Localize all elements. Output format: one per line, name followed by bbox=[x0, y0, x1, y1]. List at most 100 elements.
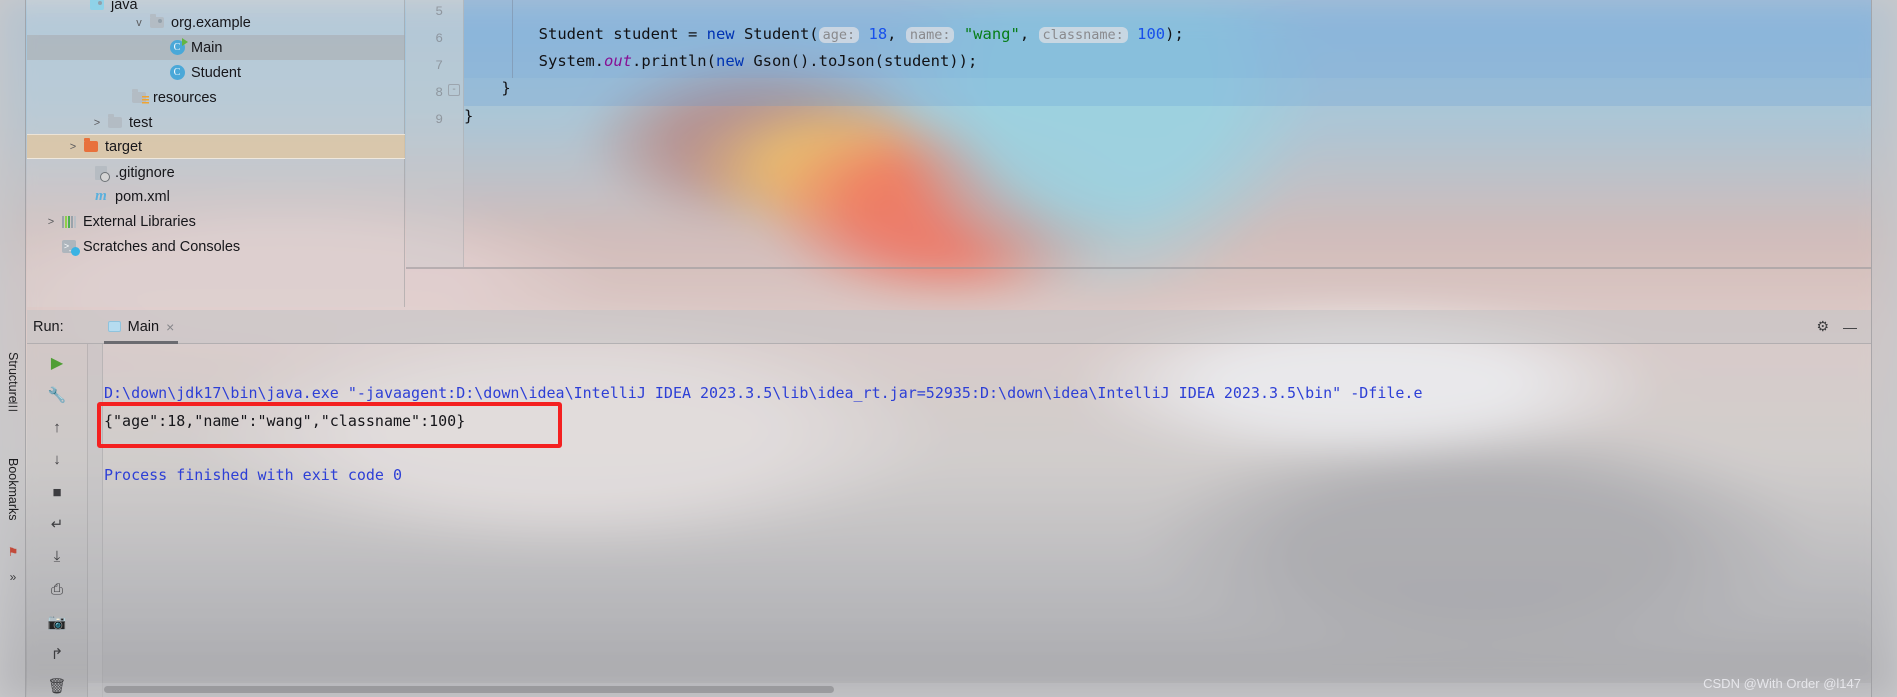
run-window-label: Run: bbox=[33, 318, 64, 335]
wrench-button[interactable]: 🔧 bbox=[45, 384, 69, 405]
code-token-string: "wang" bbox=[963, 25, 1020, 43]
right-tool-strip: AI Assistant Database Endpoints Maven bbox=[1871, 0, 1897, 697]
project-tree-panel[interactable]: java v org.example C Main C Student reso… bbox=[27, 0, 405, 307]
watermark-text: CSDN @With Order @l147 bbox=[1703, 676, 1861, 691]
rerun-button[interactable]: ▶ bbox=[45, 352, 69, 373]
console-command-line: D:\down\jdk17\bin\java.exe "-javaagent:D… bbox=[104, 384, 1423, 402]
print-button[interactable]: ⎙ bbox=[45, 579, 69, 600]
code-token: ); bbox=[1165, 25, 1184, 43]
highlight-annotation-box bbox=[97, 402, 562, 448]
code-token-number: 100 bbox=[1137, 25, 1166, 43]
tree-row-label: Main bbox=[191, 39, 223, 56]
code-token-field: out bbox=[603, 52, 632, 70]
up-stack-button[interactable]: ↑ bbox=[45, 417, 69, 438]
tree-row-main[interactable]: C Main bbox=[27, 35, 405, 60]
console-hscrollbar-track[interactable] bbox=[88, 683, 1871, 697]
folder-source-icon bbox=[87, 0, 107, 10]
tree-row-student[interactable]: C Student bbox=[27, 60, 405, 85]
java-class-runnable-icon: C bbox=[167, 38, 188, 55]
tree-row-label: pom.xml bbox=[115, 188, 170, 205]
line-number: 9 bbox=[435, 112, 443, 127]
folder-resources-icon bbox=[129, 89, 149, 105]
code-line-2[interactable]: System.out.println(new Gson().toJson(stu… bbox=[464, 52, 978, 70]
maven-pom-icon: m bbox=[95, 188, 107, 204]
console-hscrollbar-thumb[interactable] bbox=[104, 686, 834, 693]
run-header-actions: ⚙ — bbox=[1816, 318, 1871, 335]
camera-button[interactable]: 📷 bbox=[45, 611, 69, 632]
tree-row-label: target bbox=[105, 138, 143, 155]
folder-target-icon bbox=[81, 138, 101, 152]
tree-row-label: resources bbox=[153, 89, 217, 106]
scroll-to-end-button[interactable]: ⤓ bbox=[45, 546, 69, 567]
code-token: Student student = bbox=[464, 25, 707, 43]
tree-row-gitignore[interactable]: .gitignore bbox=[27, 160, 405, 185]
chevron-right-icon[interactable]: > bbox=[89, 117, 105, 129]
ide-window: Structure Bookmarks ☰ ⚑ » AI Assistant D… bbox=[0, 0, 1897, 697]
code-token: .println( bbox=[631, 52, 716, 70]
tree-row-target[interactable]: > target bbox=[27, 134, 405, 159]
code-line-4[interactable]: } bbox=[464, 107, 473, 125]
code-editor[interactable]: 5 6 7 8 9 - Student student = new Studen… bbox=[406, 0, 1871, 267]
run-console[interactable]: D:\down\jdk17\bin\java.exe "-javaagent:D… bbox=[87, 344, 1871, 697]
gitignore-file-icon bbox=[91, 165, 111, 182]
libraries-icon bbox=[59, 215, 79, 228]
code-token-number: 18 bbox=[868, 25, 888, 43]
tree-row-label: External Libraries bbox=[83, 213, 196, 230]
code-token-keyword: new bbox=[706, 25, 735, 43]
folder-package-icon bbox=[147, 14, 167, 28]
minimize-icon[interactable]: — bbox=[1843, 319, 1857, 335]
clear-all-button[interactable]: 🗑 bbox=[45, 676, 69, 697]
line-number: 8 bbox=[435, 85, 443, 100]
run-config-icon bbox=[107, 321, 121, 332]
tree-row-label: .gitignore bbox=[115, 164, 175, 181]
tree-row-scratches[interactable]: >_ Scratches and Consoles bbox=[27, 234, 405, 259]
run-window-header: Run: Main × ⚙ — bbox=[27, 310, 1871, 344]
tree-row-resources[interactable]: resources bbox=[27, 85, 405, 110]
tree-row[interactable]: v org.example bbox=[27, 10, 405, 35]
code-token: , bbox=[887, 25, 906, 43]
stop-button[interactable]: ■ bbox=[45, 481, 69, 502]
console-finished-line: Process finished with exit code 0 bbox=[104, 466, 403, 484]
soft-wrap-button[interactable]: ↵ bbox=[45, 514, 69, 535]
code-line-1[interactable]: Student student = new Student(age: 18, n… bbox=[464, 25, 1184, 43]
run-tab-label: Main bbox=[127, 318, 160, 335]
code-area[interactable]: Student student = new Student(age: 18, n… bbox=[464, 0, 1871, 267]
run-tab-main[interactable]: Main × bbox=[103, 310, 179, 344]
chevron-right-icon[interactable]: > bbox=[43, 216, 59, 228]
chevron-down-icon[interactable]: v bbox=[131, 17, 147, 29]
code-token-keyword: new bbox=[715, 52, 744, 70]
tree-row-external-libraries[interactable]: > External Libraries bbox=[27, 209, 405, 234]
tree-row-pom[interactable]: m pom.xml bbox=[27, 184, 405, 209]
code-token: Student( bbox=[734, 25, 819, 43]
down-stack-button[interactable]: ↓ bbox=[45, 449, 69, 470]
code-line-3[interactable]: } bbox=[464, 79, 510, 97]
tree-row-label: Scratches and Consoles bbox=[83, 238, 241, 255]
tree-row-label: Student bbox=[191, 64, 241, 81]
editor-gutter[interactable]: 5 6 7 8 9 - bbox=[406, 0, 464, 267]
export-button[interactable]: ↱ bbox=[45, 643, 69, 664]
code-token: Gson().toJson(student)); bbox=[743, 52, 978, 70]
selection-highlight bbox=[464, 78, 1871, 106]
code-token: , bbox=[1019, 25, 1039, 43]
line-number: 5 bbox=[435, 4, 443, 19]
close-icon[interactable]: × bbox=[166, 319, 174, 335]
run-toolbar: ▶ 🔧 ↑ ↓ ■ ↵ ⤓ ⎙ 📷 ↱ 🗑 bbox=[27, 344, 87, 697]
param-hint-classname: classname: bbox=[1038, 27, 1128, 43]
run-tool-window: Run: Main × ⚙ — ▶ 🔧 ↑ ↓ ■ ↵ ⤓ ⎙ 📷 ↱ 🗑 D:… bbox=[0, 310, 1871, 697]
editor-separator bbox=[406, 267, 1871, 269]
line-number: 6 bbox=[435, 31, 443, 46]
chevron-right-icon[interactable]: > bbox=[65, 141, 81, 153]
gear-icon[interactable]: ⚙ bbox=[1816, 318, 1829, 335]
java-class-icon: C bbox=[167, 65, 187, 80]
code-fold-icon[interactable]: - bbox=[448, 84, 460, 96]
tree-row-label: test bbox=[129, 114, 153, 131]
param-hint-name: name: bbox=[905, 27, 955, 43]
console-gutter bbox=[88, 344, 103, 697]
code-token: System. bbox=[464, 52, 604, 70]
tree-row-test[interactable]: > test bbox=[27, 110, 405, 135]
line-number: 7 bbox=[435, 58, 443, 73]
param-hint-age: age: bbox=[818, 27, 860, 43]
scratches-icon: >_ bbox=[62, 240, 80, 256]
